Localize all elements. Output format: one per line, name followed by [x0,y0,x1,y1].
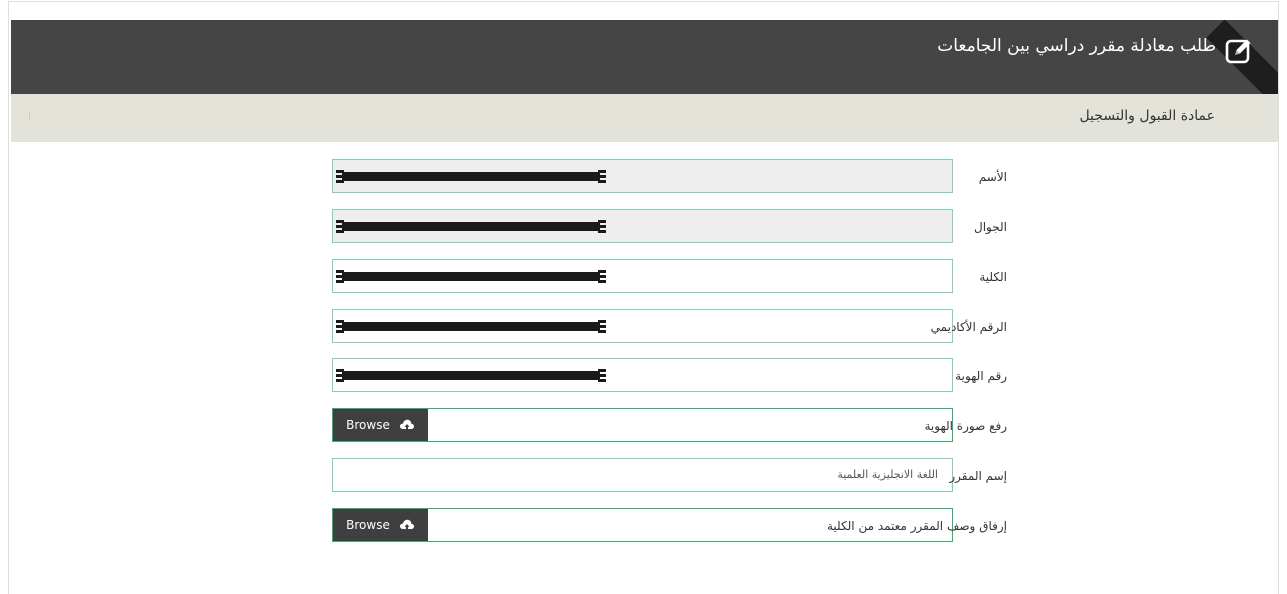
course-name-value: اللغة الانجليزية العلمية [837,468,938,481]
redacted-value [336,220,606,233]
edit-icon [1225,39,1251,64]
page-title: طلب معادلة مقرر دراسي بين الجامعات [937,36,1216,56]
college-label: الكلية [979,270,1007,284]
redacted-value [336,320,606,333]
browse-button[interactable]: Browse [333,409,428,441]
redacted-value [336,369,606,382]
form-row-id-number: رقم الهوية [0,358,1287,394]
mobile-label: الجوال [974,220,1007,234]
cloud-upload-icon [399,519,414,531]
browse-button-label: Browse [346,418,390,432]
browse-button[interactable]: Browse [333,509,428,541]
divider [29,113,30,121]
id-image-file-input[interactable]: Browse [332,408,953,442]
id-image-label: رفع صورة الهوية [924,419,1007,433]
id-number-label: رقم الهوية [955,369,1007,383]
form-row-course-name: اللغة الانجليزية العلمية إسم المقرر [0,458,1287,494]
course-name-field[interactable]: اللغة الانجليزية العلمية [332,458,953,492]
browse-button-label: Browse [346,518,390,532]
course-description-label: إرفاق وصف المقرر معتمد من الكلية [826,519,1007,533]
redacted-value [336,270,606,283]
form-row-academic-number: الرقم الأكاديمي [0,309,1287,345]
academic-number-label: الرقم الأكاديمي [930,320,1007,334]
department-bar: عمادة القبول والتسجيل [11,94,1278,142]
form-row-course-description: Browse إرفاق وصف المقرر معتمد من الكلية [0,508,1287,544]
form-row-mobile: الجوال [0,209,1287,245]
form-row-name: الأسم [0,159,1287,195]
name-label: الأسم [978,170,1007,184]
form-row-college: الكلية [0,259,1287,295]
form-row-id-image: Browse رفع صورة الهوية [0,408,1287,444]
department-title: عمادة القبول والتسجيل [1079,108,1215,124]
cloud-upload-icon [399,419,414,431]
page-header: طلب معادلة مقرر دراسي بين الجامعات [11,20,1278,94]
course-name-label: إسم المقرر [949,469,1007,483]
redacted-value [336,170,606,183]
